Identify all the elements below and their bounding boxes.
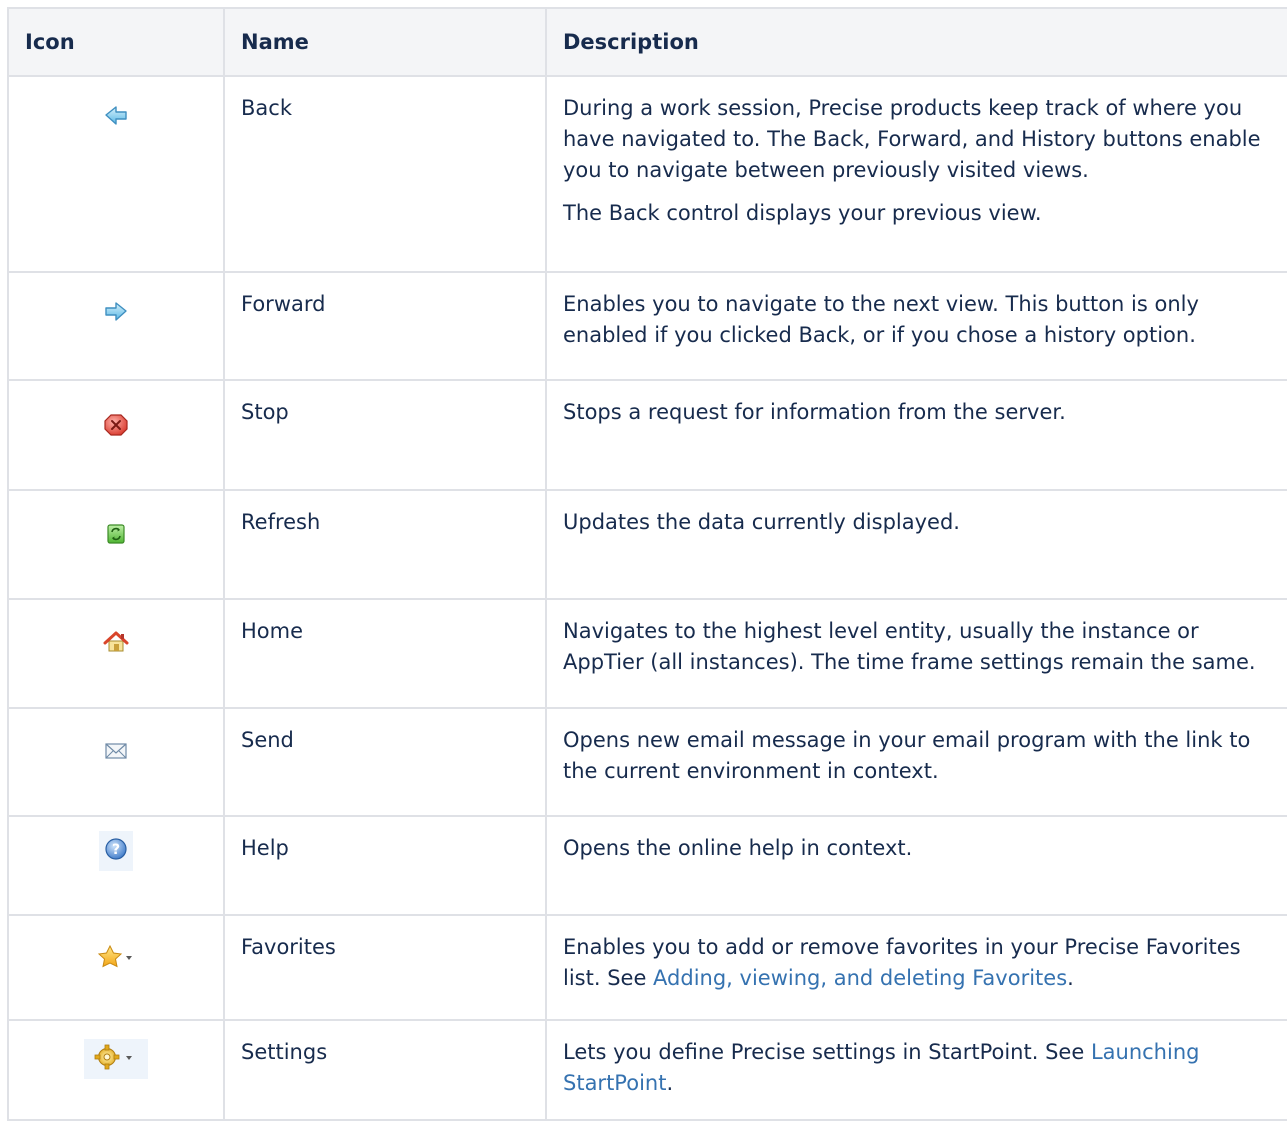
row-description: Opens new email message in your email pr… <box>545 707 1287 817</box>
envelope-icon <box>84 735 148 775</box>
icon-cell <box>7 1019 225 1121</box>
table-row: Settings Lets you define Precise setting… <box>7 1019 1287 1121</box>
gear-dropdown-icon <box>84 1039 148 1079</box>
table-row: Refresh Updates the data currently displ… <box>7 489 1287 600</box>
table-row: Stop Stops a request for information fro… <box>7 379 1287 491</box>
table-header-row: Icon Name Description <box>7 7 1287 77</box>
toolbar-icons-table: Icon Name Description Back During a work… <box>7 7 1287 1121</box>
description-suffix: . <box>1067 966 1074 990</box>
description-suffix: . <box>666 1071 674 1095</box>
back-arrow-icon <box>84 103 148 143</box>
row-name: Refresh <box>223 489 547 600</box>
refresh-icon <box>84 517 148 557</box>
icon-cell: ? <box>7 815 225 916</box>
row-description: Enables you to navigate to the next view… <box>545 271 1287 381</box>
row-description: During a work session, Precise products … <box>545 75 1287 273</box>
star-dropdown-icon <box>84 942 148 982</box>
favorites-help-link[interactable]: Adding, viewing, and deleting Favorites <box>653 966 1067 990</box>
row-description: Navigates to the highest level entity, u… <box>545 598 1287 709</box>
description-text: The Back control displays your previous … <box>563 201 1042 225</box>
icon-cell <box>7 598 225 709</box>
description-text: Stops a request for information from the… <box>563 400 1066 424</box>
forward-arrow-icon <box>84 299 148 339</box>
row-description: Enables you to add or remove favorites i… <box>545 914 1287 1021</box>
description-text: Lets you define Precise settings in Star… <box>563 1037 1281 1099</box>
icon-cell <box>7 271 225 381</box>
table-row: Forward Enables you to navigate to the n… <box>7 271 1287 381</box>
header-description: Description <box>545 7 1287 77</box>
header-name: Name <box>223 7 547 77</box>
table-row: Favorites Enables you to add or remove f… <box>7 914 1287 1021</box>
row-description: Opens the online help in context. <box>545 815 1287 916</box>
description-text: Updates the data currently displayed. <box>563 510 960 534</box>
row-name: Send <box>223 707 547 817</box>
row-name: Favorites <box>223 914 547 1021</box>
description-text: Opens new email message in your email pr… <box>563 728 1251 783</box>
row-description: Stops a request for information from the… <box>545 379 1287 491</box>
description-text: During a work session, Precise products … <box>563 96 1261 182</box>
description-text: Navigates to the highest level entity, u… <box>563 619 1256 674</box>
icon-cell <box>7 707 225 817</box>
row-name: Home <box>223 598 547 709</box>
description-text: Enables you to add or remove favorites i… <box>563 932 1281 994</box>
table-row: ? Help Opens the online help in context. <box>7 815 1287 916</box>
home-icon <box>84 626 148 666</box>
icon-cell <box>7 914 225 1021</box>
stop-icon <box>84 407 148 447</box>
help-icon: ? <box>84 831 148 871</box>
row-name: Settings <box>223 1019 547 1121</box>
row-description: Lets you define Precise settings in Star… <box>545 1019 1287 1121</box>
header-icon: Icon <box>7 7 225 77</box>
row-description: Updates the data currently displayed. <box>545 489 1287 600</box>
row-name: Forward <box>223 271 547 381</box>
row-name: Back <box>223 75 547 273</box>
svg-text:?: ? <box>112 842 120 858</box>
table-row: Home Navigates to the highest level enti… <box>7 598 1287 709</box>
row-name: Help <box>223 815 547 916</box>
description-prefix: Lets you define Precise settings in Star… <box>563 1040 1091 1064</box>
table-row: Back During a work session, Precise prod… <box>7 75 1287 273</box>
table-row: Send Opens new email message in your ema… <box>7 707 1287 817</box>
icon-cell <box>7 379 225 491</box>
description-text: Opens the online help in context. <box>563 836 913 860</box>
icon-cell <box>7 75 225 273</box>
description-text: Enables you to navigate to the next view… <box>563 292 1199 347</box>
icon-cell <box>7 489 225 600</box>
row-name: Stop <box>223 379 547 491</box>
